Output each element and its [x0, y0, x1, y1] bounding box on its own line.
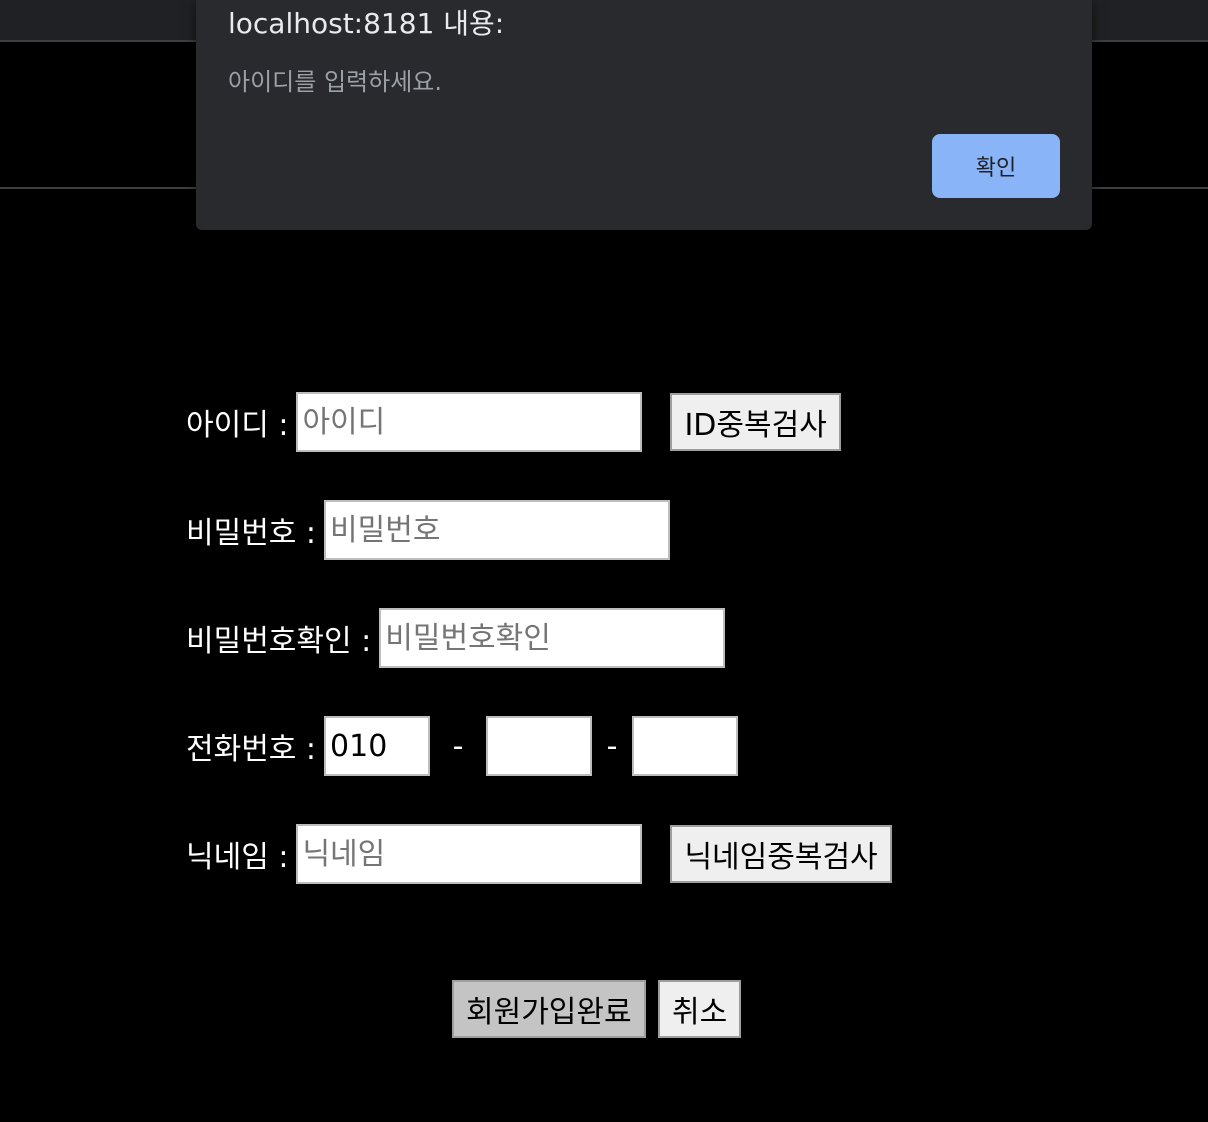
nickname-input[interactable] [296, 824, 643, 884]
id-input[interactable] [296, 392, 643, 452]
signup-submit-button[interactable]: 회원가입완료 [452, 980, 646, 1038]
phone-separator-1: - [452, 728, 464, 764]
password-confirm-label: 비밀번호확인 : [186, 624, 372, 659]
page: 아이디 : ID중복검사 비밀번호 : 비밀번호확인 : 전화번호 : - - … [0, 0, 1208, 1122]
dialog-message: 아이디를 입력하세요. [228, 68, 442, 96]
nickname-duplicate-check-button[interactable]: 닉네임중복검사 [670, 825, 892, 883]
nickname-label: 닉네임 : [186, 840, 289, 875]
password-confirm-input[interactable] [379, 608, 726, 668]
phone-row: 전화번호 : - - [186, 716, 739, 776]
phone-part1-input[interactable] [324, 716, 431, 776]
phone-part3-input[interactable] [632, 716, 739, 776]
password-label: 비밀번호 : [186, 516, 317, 551]
password-row: 비밀번호 : [186, 500, 671, 560]
phone-part2-input[interactable] [486, 716, 593, 776]
password-input[interactable] [324, 500, 671, 560]
phone-separator-2: - [606, 728, 618, 764]
phone-label: 전화번호 : [186, 732, 317, 767]
id-row: 아이디 : ID중복검사 [186, 392, 841, 452]
id-label: 아이디 : [186, 408, 289, 443]
password-confirm-row: 비밀번호확인 : [186, 608, 726, 668]
nickname-row: 닉네임 : 닉네임중복검사 [186, 824, 892, 884]
id-duplicate-check-button[interactable]: ID중복검사 [670, 393, 841, 451]
dialog-title: localhost:8181 내용: [228, 7, 505, 40]
alert-dialog: localhost:8181 내용: 아이디를 입력하세요. 확인 [196, 0, 1092, 230]
dialog-ok-button[interactable]: 확인 [932, 134, 1060, 198]
cancel-button[interactable]: 취소 [658, 980, 742, 1038]
